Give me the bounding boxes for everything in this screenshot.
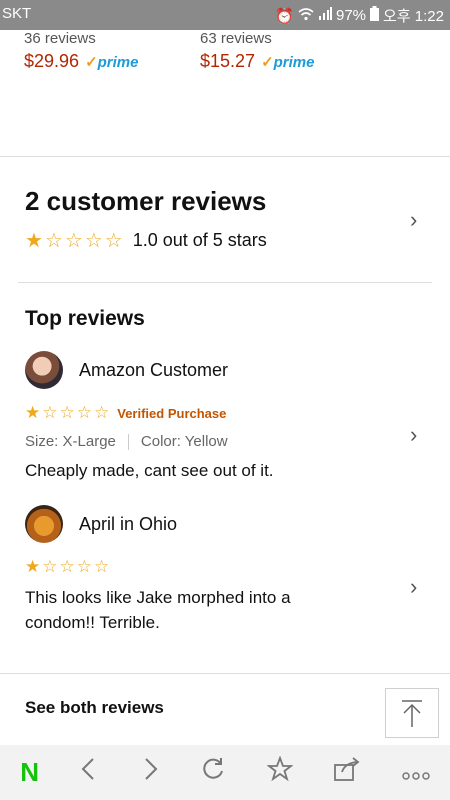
- star-empty-icon: ☆: [94, 403, 110, 422]
- product-card-2[interactable]: 63 reviews $15.27 ✓prime: [200, 30, 315, 72]
- star-empty-icon: ☆: [44, 229, 63, 252]
- verified-purchase-badge: Verified Purchase: [117, 405, 227, 421]
- review-item[interactable]: Amazon Customer ★ ☆ ☆ ☆ ☆ Verified Purch…: [25, 351, 425, 483]
- star-filled-icon: ★: [25, 403, 41, 422]
- variant-separator: [127, 433, 129, 450]
- status-right: ⏰ 97% 오후 1:22: [275, 5, 444, 26]
- review-meta: ★ ☆ ☆ ☆ ☆ Verified Purchase: [25, 403, 425, 423]
- arrow-up-icon: [402, 700, 422, 727]
- chevron-right-icon[interactable]: ›: [410, 207, 417, 233]
- star-empty-icon: ☆: [59, 557, 75, 576]
- review-item[interactable]: April in Ohio ★ ☆ ☆ ☆ ☆ This looks like …: [25, 505, 425, 635]
- clock: 오후 1:22: [383, 8, 444, 25]
- prime-badge: ✓prime: [261, 53, 315, 71]
- naver-icon[interactable]: N: [20, 757, 39, 788]
- review-text: Cheaply made, cant see out of it.: [25, 461, 274, 480]
- battery-percent: 97%: [336, 7, 367, 24]
- product-card-1[interactable]: 36 reviews $29.96 ✓prime: [24, 30, 139, 72]
- forward-icon[interactable]: [140, 757, 160, 788]
- alarm-icon: ⏰: [275, 7, 294, 25]
- variant-size: Size: X-Large: [25, 433, 116, 450]
- rating-summary[interactable]: ★ ☆ ☆ ☆ ☆ 1.0 out of 5 stars: [25, 230, 267, 251]
- chevron-right-icon[interactable]: ›: [410, 422, 417, 448]
- price: $15.27: [200, 51, 256, 71]
- prime-check-icon: ✓: [261, 53, 274, 71]
- review-meta: ★ ☆ ☆ ☆ ☆: [25, 557, 425, 577]
- share-icon[interactable]: [333, 756, 361, 789]
- more-icon[interactable]: [401, 759, 430, 787]
- signal-icon: [318, 6, 332, 25]
- star-empty-icon: ☆: [84, 229, 103, 252]
- section-divider: [18, 282, 432, 283]
- star-empty-icon: ☆: [59, 403, 75, 422]
- star-rating: ★ ☆ ☆ ☆ ☆: [25, 557, 109, 577]
- scroll-to-top-button[interactable]: [385, 688, 439, 738]
- section-divider: [0, 156, 450, 157]
- star-empty-icon: ☆: [104, 229, 123, 252]
- star-empty-icon: ☆: [76, 403, 92, 422]
- star-filled-icon: ★: [25, 229, 43, 252]
- variant-color: Color: Yellow: [140, 433, 228, 450]
- status-bar: SKT ⏰ 97% 오후 1:22: [0, 0, 450, 30]
- prime-check-icon: ✓: [85, 53, 98, 71]
- battery-icon: [370, 6, 380, 25]
- avatar: [25, 505, 63, 543]
- back-icon[interactable]: [79, 757, 99, 788]
- star-rating: ★ ☆ ☆ ☆ ☆: [25, 231, 123, 251]
- avatar: [25, 351, 63, 389]
- star-rating: ★ ☆ ☆ ☆ ☆: [25, 403, 109, 423]
- star-empty-icon: ☆: [42, 403, 58, 422]
- price-row: $15.27 ✓prime: [200, 51, 315, 72]
- carrier-label: SKT: [2, 5, 32, 22]
- see-both-reviews-link[interactable]: See both reviews: [25, 698, 164, 718]
- price: $29.96: [24, 51, 80, 71]
- star-empty-icon: ☆: [76, 557, 92, 576]
- review-count: 36 reviews: [24, 30, 96, 47]
- review-author[interactable]: Amazon Customer: [79, 360, 228, 381]
- star-filled-icon: ★: [25, 557, 41, 576]
- review-count: 63 reviews: [200, 30, 272, 47]
- browser-bottom-bar: N: [0, 745, 450, 800]
- review-variant: Size: X-Large Color: Yellow: [25, 433, 425, 450]
- review-author[interactable]: April in Ohio: [79, 514, 177, 535]
- rating-text: 1.0 out of 5 stars: [132, 230, 267, 250]
- review-header: April in Ohio: [25, 505, 425, 543]
- price-row: $29.96 ✓prime: [24, 51, 139, 72]
- bookmark-star-icon[interactable]: [266, 755, 294, 789]
- star-empty-icon: ☆: [42, 557, 58, 576]
- top-reviews-heading: Top reviews: [25, 307, 145, 330]
- star-empty-icon: ☆: [64, 229, 83, 252]
- review-text: This looks like Jake morphed into a cond…: [25, 588, 291, 632]
- review-header: Amazon Customer: [25, 351, 425, 389]
- refresh-icon[interactable]: [200, 756, 226, 789]
- prime-badge: ✓prime: [85, 53, 139, 71]
- customer-reviews-heading[interactable]: 2 customer reviews: [25, 186, 266, 217]
- star-empty-icon: ☆: [94, 557, 110, 576]
- wifi-icon: [298, 7, 314, 25]
- chevron-right-icon[interactable]: ›: [410, 574, 417, 600]
- section-divider: [0, 673, 450, 674]
